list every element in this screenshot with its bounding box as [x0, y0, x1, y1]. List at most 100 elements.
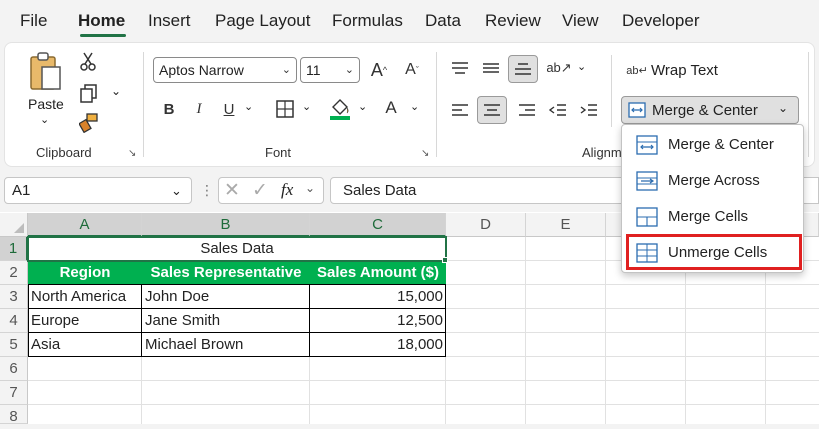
menu-developer[interactable]: Developer	[622, 11, 700, 31]
name-box-value: A1	[12, 182, 31, 199]
merge-across-icon	[636, 171, 658, 196]
table-cell[interactable]: Asia	[28, 333, 142, 357]
borders-icon[interactable]	[274, 98, 296, 120]
name-box[interactable]: A1 ⌄	[4, 177, 192, 204]
table-cell[interactable]: 12,500	[310, 309, 446, 333]
font-color-chevron-icon[interactable]: ⌄	[410, 100, 419, 113]
merge-center-icon	[627, 101, 647, 119]
align-right-icon[interactable]	[516, 99, 538, 121]
decrease-font-size-icon[interactable]: Aˇ	[400, 58, 424, 82]
table-cell[interactable]: North America	[28, 285, 142, 309]
italic-icon[interactable]: I	[188, 98, 210, 120]
align-left-icon[interactable]	[449, 99, 471, 121]
font-size-select[interactable]: 11 ⌄	[300, 57, 360, 83]
merge-cells-icon	[636, 207, 658, 232]
increase-font-size-icon[interactable]: A ^	[367, 58, 391, 82]
menu-view[interactable]: View	[562, 11, 599, 31]
font-launcher-icon[interactable]: ↘	[421, 148, 429, 159]
row-header-7[interactable]: 7	[0, 381, 28, 405]
select-all-button[interactable]	[0, 213, 28, 237]
column-header-d[interactable]: D	[446, 213, 526, 237]
menu-review[interactable]: Review	[485, 11, 541, 31]
table-cell[interactable]: Michael Brown	[142, 333, 310, 357]
menu-item-merge-cells[interactable]: Merge Cells	[622, 199, 803, 235]
paste-icon[interactable]	[26, 50, 66, 94]
fill-color-chevron-icon[interactable]: ⌄	[358, 100, 367, 113]
fill-handle[interactable]	[442, 257, 448, 263]
row-header-3[interactable]: 3	[0, 285, 28, 309]
copy-chevron-icon[interactable]: ⌄	[111, 84, 121, 98]
group-divider	[436, 52, 437, 157]
table-cell[interactable]: 18,000	[310, 333, 446, 357]
menu-page-layout[interactable]: Page Layout	[215, 11, 310, 31]
font-group-label: Font	[265, 145, 292, 160]
table-cell[interactable]: Jane Smith	[142, 309, 310, 333]
header-cell-sales-rep[interactable]: Sales Representative	[142, 261, 310, 285]
group-divider	[143, 52, 144, 157]
menu-home[interactable]: Home	[78, 11, 125, 31]
menu-item-label: Merge Across	[668, 172, 760, 189]
paste-chevron-icon[interactable]: ⌄	[40, 113, 49, 126]
clipboard-launcher-icon[interactable]: ↘	[128, 148, 136, 159]
chevron-down-icon: ⌄	[281, 64, 291, 76]
bold-icon[interactable]: B	[158, 98, 180, 120]
enter-icon[interactable]: ✓	[252, 179, 268, 202]
menu-file[interactable]: File	[20, 11, 47, 31]
header-cell-sales-amount[interactable]: Sales Amount ($)	[310, 261, 446, 285]
row-header-5[interactable]: 5	[0, 333, 28, 357]
table-cell[interactable]: Europe	[28, 309, 142, 333]
menu-data[interactable]: Data	[425, 11, 461, 31]
row-header-6[interactable]: 6	[0, 357, 28, 381]
formula-actions: ✕ ✓ fx ⌄	[218, 177, 324, 204]
menu-item-label: Merge & Center	[668, 136, 774, 153]
row-header-1[interactable]: 1	[0, 237, 28, 261]
borders-chevron-icon[interactable]: ⌄	[302, 100, 311, 113]
chevron-down-icon: ⌄	[305, 181, 316, 195]
menu-item-label: Merge Cells	[668, 208, 749, 225]
menu-formulas[interactable]: Formulas	[332, 11, 403, 31]
column-header-b[interactable]: B	[142, 213, 310, 237]
column-header-a[interactable]: A	[28, 213, 142, 237]
row-header-4[interactable]: 4	[0, 309, 28, 333]
merge-center-button[interactable]: Merge & Center ⌄	[621, 96, 799, 124]
menu-item-merge-across[interactable]: Merge Across	[622, 163, 803, 199]
column-header-e[interactable]: E	[526, 213, 606, 237]
table-cell[interactable]: John Doe	[142, 285, 310, 309]
row-header-8[interactable]: 8	[0, 405, 28, 425]
copy-icon[interactable]	[78, 82, 100, 104]
bottom-align-icon[interactable]	[508, 55, 538, 83]
table-cell[interactable]: 15,000	[310, 285, 446, 309]
row-header-2[interactable]: 2	[0, 261, 28, 285]
font-color-icon[interactable]: A	[380, 97, 402, 119]
formula-value: Sales Data	[343, 182, 417, 199]
fill-color-icon[interactable]	[328, 96, 352, 122]
cancel-icon[interactable]: ✕	[224, 179, 240, 202]
more-options-icon[interactable]: ⋮	[200, 182, 214, 199]
highlight-box	[626, 234, 802, 270]
paste-label[interactable]: Paste	[28, 96, 64, 112]
menu-insert[interactable]: Insert	[148, 11, 191, 31]
underline-icon[interactable]: U	[218, 98, 240, 120]
chevron-down-icon: ⌄	[171, 183, 182, 198]
format-painter-icon[interactable]	[78, 112, 100, 134]
menu-item-merge-center[interactable]: Merge & Center	[622, 127, 803, 163]
underline-chevron-icon[interactable]: ⌄	[244, 100, 253, 113]
increase-indent-icon[interactable]	[578, 99, 600, 121]
orientation-icon[interactable]: ab↗	[546, 57, 571, 79]
decrease-indent-icon[interactable]	[547, 99, 569, 121]
header-cell-region[interactable]: Region	[28, 261, 142, 285]
middle-align-icon[interactable]	[480, 57, 502, 79]
top-align-icon[interactable]	[449, 57, 471, 79]
cut-icon[interactable]	[78, 50, 98, 72]
group-divider	[611, 55, 612, 127]
wrap-text-button[interactable]: Wrap Text	[651, 62, 718, 79]
column-header-c[interactable]: C	[310, 213, 446, 237]
gridline	[525, 237, 526, 424]
font-name-select[interactable]: Aptos Narrow ⌄	[153, 57, 297, 83]
merged-title-cell[interactable]: Sales Data	[28, 237, 446, 261]
align-center-icon[interactable]	[477, 96, 507, 124]
orientation-chevron-icon[interactable]: ⌄	[577, 60, 586, 73]
insert-function-icon[interactable]: fx	[281, 180, 293, 200]
alignment-group-label: Alignm	[582, 145, 622, 160]
wrap-text-icon[interactable]: ab↵	[626, 58, 648, 82]
